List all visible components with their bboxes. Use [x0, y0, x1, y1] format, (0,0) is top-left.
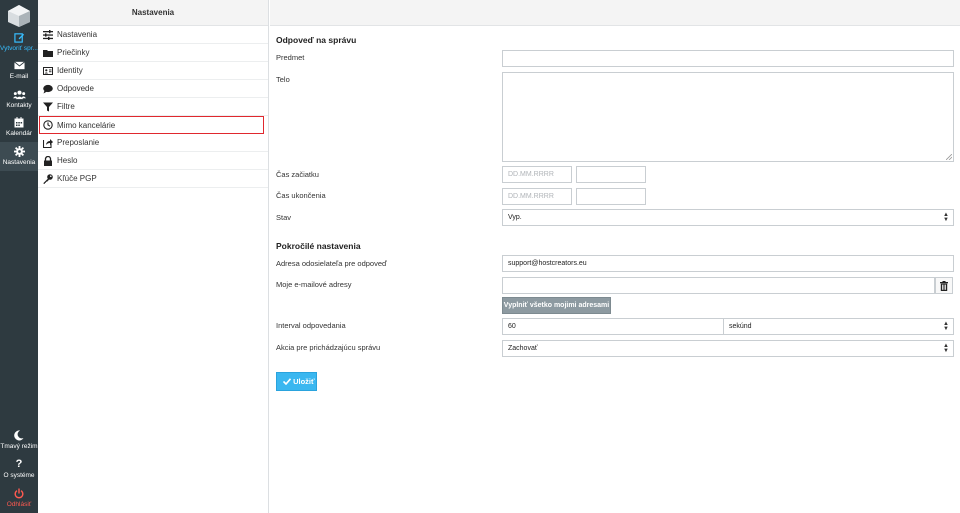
dark-mode-toggle[interactable]: Tmavý režim — [0, 430, 38, 450]
content-header-bar — [270, 0, 960, 26]
settings-panel-title: Nastavenia — [38, 0, 268, 26]
settings-menu: Nastavenia Priečinky Identity Odpovede F… — [38, 26, 268, 188]
nav-email[interactable]: E-mail — [0, 60, 38, 80]
end-time-label: Čas ukončenia — [276, 191, 326, 200]
compose-label: Vytvoriť spr... — [0, 45, 38, 52]
section-title-reply: Odpoveď na správu — [276, 35, 357, 45]
nav-email-label: E-mail — [9, 73, 29, 80]
settings-item-label: Mimo kancelárie — [57, 121, 116, 130]
clock-icon — [43, 120, 53, 130]
logout-button[interactable]: Odhlásiť — [0, 488, 38, 508]
select-arrows-icon: ▲ ▼ — [943, 321, 949, 332]
compose-button[interactable]: Vytvoriť spr... — [0, 32, 38, 52]
nav-settings[interactable]: Nastavenia — [0, 142, 38, 171]
settings-item-out-of-office[interactable]: Mimo kancelárie — [39, 116, 264, 134]
settings-item-label: Filtre — [57, 102, 75, 111]
start-date-input[interactable]: DD.MM.RRRR — [502, 166, 572, 183]
settings-item-pgp-keys[interactable]: Kľúče PGP — [38, 170, 268, 188]
out-of-office-form: Odpoveď na správu Predmet Telo Čas začia… — [270, 0, 960, 513]
incoming-action-label: Akcia pre prichádzajúcu správu — [276, 343, 381, 352]
folder-icon — [43, 50, 53, 57]
start-time-label: Čas začiatku — [276, 170, 319, 179]
nav-calendar-label: Kalendár — [5, 130, 33, 137]
subject-input[interactable] — [502, 50, 954, 67]
interval-unit-select[interactable]: sekúnd ▲ ▼ — [723, 318, 954, 335]
settings-item-filters[interactable]: Filtre — [38, 98, 268, 116]
app-logo — [8, 5, 30, 27]
check-icon — [282, 378, 292, 386]
my-addresses-input[interactable] — [502, 277, 935, 294]
envelope-icon — [13, 61, 25, 70]
settings-item-responses[interactable]: Odpovede — [38, 80, 268, 98]
settings-item-label: Kľúče PGP — [57, 174, 97, 183]
settings-item-general[interactable]: Nastavenia — [38, 26, 268, 44]
save-button[interactable]: Uložiť — [276, 372, 317, 391]
status-select-value: Vyp. — [508, 214, 522, 221]
start-time-input[interactable] — [576, 166, 646, 183]
settings-item-label: Heslo — [57, 156, 78, 165]
sliders-icon — [43, 30, 53, 40]
my-addresses-label: Moje e-mailové adresy — [276, 280, 352, 289]
lock-icon — [44, 156, 52, 166]
resize-grip-icon[interactable] — [946, 154, 952, 160]
section-title-advanced: Pokročilé nastavenia — [276, 241, 361, 251]
about-button[interactable]: ? O systéme — [0, 458, 38, 480]
settings-item-label: Identity — [57, 66, 83, 75]
nav-contacts[interactable]: Kontakty — [0, 89, 38, 109]
status-label: Stav — [276, 213, 292, 222]
fill-all-addresses-button[interactable]: Vyplniť všetko mojimi adresami — [502, 297, 611, 314]
gear-icon — [13, 146, 25, 157]
comment-icon — [43, 84, 53, 94]
trash-icon — [940, 281, 948, 291]
settings-item-password[interactable]: Heslo — [38, 152, 268, 170]
id-card-icon — [43, 67, 53, 75]
settings-item-label: Nastavenia — [57, 30, 98, 39]
moon-icon — [14, 430, 24, 441]
users-icon — [12, 90, 26, 100]
interval-unit-value: sekúnd — [729, 323, 752, 330]
save-button-label: Uložiť — [293, 377, 315, 386]
nav-contacts-label: Kontakty — [6, 102, 32, 109]
sender-address-label: Adresa odosielateľa pre odpoveď — [276, 259, 387, 268]
dark-mode-label: Tmavý režim — [0, 443, 38, 450]
settings-item-label: Odpovede — [57, 84, 94, 93]
settings-item-folders[interactable]: Priečinky — [38, 44, 268, 62]
question-icon: ? — [15, 458, 23, 470]
end-date-input[interactable]: DD.MM.RRRR — [502, 188, 572, 205]
settings-item-identities[interactable]: Identity — [38, 62, 268, 80]
settings-item-label: Priečinky — [57, 48, 90, 57]
interval-input[interactable]: 60 — [502, 318, 724, 335]
incoming-action-select[interactable]: Zachovať ▲ ▼ — [502, 340, 954, 357]
settings-item-label: Preposlanie — [57, 138, 100, 147]
body-label: Telo — [276, 75, 290, 84]
end-time-input[interactable] — [576, 188, 646, 205]
calendar-icon — [14, 117, 24, 128]
power-icon — [14, 488, 24, 499]
about-label: O systéme — [3, 472, 35, 479]
delete-address-button[interactable] — [935, 277, 953, 294]
nav-calendar[interactable]: Kalendár — [0, 117, 38, 137]
forward-icon — [43, 139, 53, 148]
compose-icon — [13, 33, 24, 43]
select-arrows-icon: ▲ ▼ — [943, 343, 949, 354]
main-navigation-rail: Vytvoriť spr... E-mail Kontakty Kalendár… — [0, 0, 38, 513]
settings-panel: Nastavenia Nastavenia Priečinky Identity… — [38, 0, 269, 513]
filter-icon — [43, 102, 53, 112]
status-select[interactable]: Vyp. ▲ ▼ — [502, 209, 954, 226]
incoming-action-value: Zachovať — [508, 345, 538, 352]
app-window: Vytvoriť spr... E-mail Kontakty Kalendár… — [0, 0, 960, 513]
body-textarea[interactable] — [502, 72, 954, 162]
interval-label: Interval odpovedania — [276, 321, 346, 330]
subject-label: Predmet — [276, 53, 305, 62]
key-icon — [43, 174, 53, 184]
nav-settings-label: Nastavenia — [2, 159, 36, 166]
logout-label: Odhlásiť — [6, 501, 32, 508]
sender-address-input[interactable]: support@hostcreators.eu — [502, 255, 954, 272]
settings-item-forwarding[interactable]: Preposlanie — [38, 134, 268, 152]
select-arrows-icon: ▲ ▼ — [943, 212, 949, 223]
